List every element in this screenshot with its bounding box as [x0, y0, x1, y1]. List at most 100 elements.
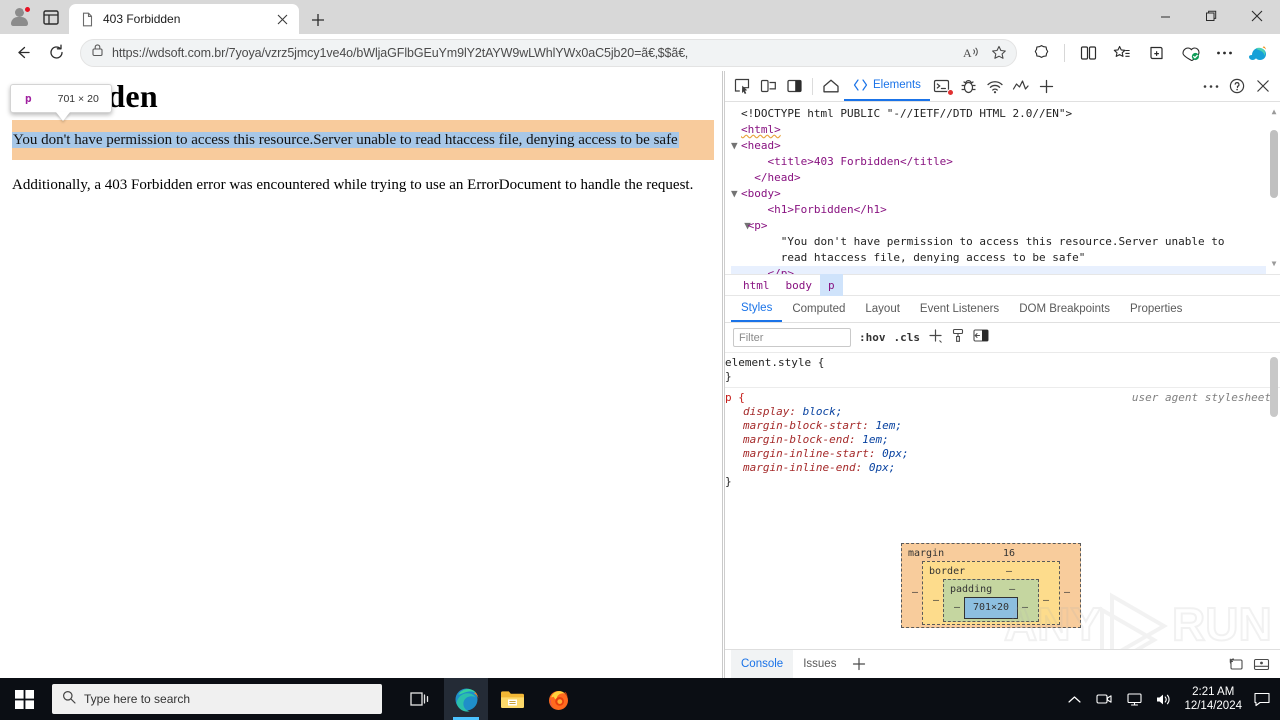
dom-tree[interactable]: <!DOCTYPE html PUBLIC "-//IETF//DTD HTML…: [725, 102, 1280, 274]
tab-layout[interactable]: Layout: [855, 296, 910, 322]
drawer-tab-issues[interactable]: Issues: [793, 650, 846, 678]
more-ellipsis-icon[interactable]: [1208, 38, 1240, 68]
box-model-margin-top[interactable]: 16: [944, 547, 1074, 561]
volume-icon[interactable]: [1154, 689, 1174, 709]
taskbar-clock[interactable]: 2:21 AM 12/14/2024: [1184, 685, 1242, 713]
star-icon[interactable]: [986, 40, 1012, 66]
dom-line-h1[interactable]: <h1>Forbidden</h1>: [731, 202, 1266, 218]
css-declaration[interactable]: margin-block-start: 1em;: [725, 419, 1272, 433]
box-model-padding-left[interactable]: –: [950, 601, 964, 615]
scroll-up-arrow[interactable]: ▲: [1270, 108, 1278, 116]
box-model-margin-left[interactable]: –: [908, 586, 922, 600]
dom-line-p-open[interactable]: ▼ <p>: [731, 218, 1266, 234]
css-rule-p[interactable]: p { user agent stylesheet display: block…: [725, 387, 1280, 492]
browser-tab[interactable]: 403 Forbidden: [69, 4, 299, 34]
breadcrumb-item-p[interactable]: p: [820, 274, 843, 296]
new-tab-button[interactable]: [303, 6, 333, 34]
css-declaration[interactable]: display: block;: [725, 405, 1272, 419]
favorites-list-icon[interactable]: [1106, 38, 1138, 68]
box-model-padding[interactable]: padding – – 701×20 –: [943, 579, 1039, 622]
box-model-border-left[interactable]: –: [929, 594, 943, 608]
scroll-down-arrow[interactable]: ▼: [1270, 260, 1278, 268]
css-rule-origin[interactable]: user agent stylesheet: [1132, 391, 1271, 405]
device-toolbar-icon[interactable]: [755, 73, 781, 99]
computed-sidebar-icon[interactable]: [973, 328, 989, 347]
hov-toggle[interactable]: :hov: [859, 331, 886, 344]
devtools-close-icon[interactable]: [1250, 73, 1276, 99]
breadcrumb-item-body[interactable]: body: [778, 274, 821, 296]
task-view-icon[interactable]: [398, 678, 442, 720]
plus-icon[interactable]: [928, 328, 943, 348]
copilot-icon[interactable]: [1242, 38, 1274, 68]
box-model-padding-right[interactable]: –: [1018, 601, 1032, 615]
dock-side-icon[interactable]: [781, 73, 807, 99]
dom-line-html[interactable]: <html>: [731, 122, 1266, 138]
read-aloud-icon[interactable]: A: [958, 40, 984, 66]
notifications-icon[interactable]: [1252, 689, 1272, 709]
wifi-icon[interactable]: [982, 73, 1008, 99]
drawer-tab-console[interactable]: Console: [731, 650, 794, 678]
bug-icon[interactable]: [956, 73, 982, 99]
inspect-element-icon[interactable]: [729, 73, 755, 99]
box-model-padding-top[interactable]: –: [992, 583, 1032, 597]
refresh-icon[interactable]: [40, 38, 72, 68]
close-button[interactable]: [1234, 0, 1280, 32]
breadcrumb-item-html[interactable]: html: [735, 274, 778, 296]
dom-line-body[interactable]: ▼ <body>: [731, 186, 1266, 202]
back-arrow-icon[interactable]: [6, 38, 38, 68]
network-icon[interactable]: [1124, 689, 1144, 709]
css-rule-element-style[interactable]: element.style { }: [725, 353, 1280, 387]
tab-event-listeners[interactable]: Event Listeners: [910, 296, 1009, 322]
performance-icon[interactable]: [1174, 38, 1206, 68]
css-declaration[interactable]: margin-block-end: 1em;: [725, 433, 1272, 447]
cls-toggle[interactable]: .cls: [894, 331, 921, 344]
tab-computed[interactable]: Computed: [782, 296, 855, 322]
taskbar-app-firefox[interactable]: [536, 678, 580, 720]
tab-dom-breakpoints[interactable]: DOM Breakpoints: [1009, 296, 1120, 322]
show-hidden-icons-icon[interactable]: [1064, 689, 1084, 709]
avatar[interactable]: [6, 4, 34, 30]
styles-pane-scrollbar[interactable]: [1270, 357, 1278, 645]
plus-icon[interactable]: [846, 651, 872, 677]
help-icon[interactable]: [1224, 73, 1250, 99]
box-model-margin-right[interactable]: –: [1060, 586, 1074, 600]
address-bar[interactable]: https://wdsoft.com.br/7yoya/vzrz5jmcy1ve…: [80, 38, 1017, 67]
tab-elements[interactable]: Elements: [844, 72, 930, 101]
collections-icon[interactable]: [1140, 38, 1172, 68]
dom-tree-scrollbar[interactable]: ▲ ▼: [1270, 108, 1278, 268]
tab-properties[interactable]: Properties: [1120, 296, 1192, 322]
camera-icon[interactable]: [1094, 689, 1114, 709]
tab-styles[interactable]: Styles: [731, 296, 783, 322]
dock-drawer-icon[interactable]: [1248, 651, 1274, 677]
browser-essentials-icon[interactable]: [1025, 38, 1057, 68]
box-model-content[interactable]: 701×20: [964, 597, 1018, 619]
css-declaration[interactable]: margin-inline-start: 0px;: [725, 447, 1272, 461]
page-viewport[interactable]: Forbidden You don't have permission to a…: [0, 71, 723, 678]
style-pane-icon[interactable]: [951, 328, 965, 348]
box-model-border[interactable]: border – – padding – – 701×20 – –: [922, 561, 1060, 625]
box-model-border-top[interactable]: –: [965, 565, 1053, 579]
maximize-button[interactable]: [1188, 0, 1234, 32]
taskbar-app-file-explorer[interactable]: [490, 678, 534, 720]
box-model-border-right[interactable]: –: [1039, 594, 1053, 608]
tab-actions-icon[interactable]: [38, 4, 64, 30]
console-settings-icon[interactable]: [1222, 651, 1248, 677]
console-terminal-icon[interactable]: [930, 73, 956, 99]
windows-start-icon[interactable]: [0, 678, 48, 720]
home-icon[interactable]: [818, 73, 844, 99]
split-screen-icon[interactable]: [1072, 38, 1104, 68]
styles-filter-input[interactable]: Filter: [733, 328, 851, 347]
box-model-diagram[interactable]: margin 16 – border – – padding – – 701×2…: [901, 543, 1081, 628]
dom-line-head[interactable]: ▼ <head>: [731, 138, 1266, 154]
devtools-more-ellipsis-icon[interactable]: [1198, 73, 1224, 99]
css-declaration[interactable]: margin-inline-end: 0px;: [725, 461, 1272, 475]
performance-insights-icon[interactable]: [1008, 73, 1034, 99]
add-tab-icon[interactable]: [1034, 73, 1060, 99]
box-model-margin[interactable]: margin 16 – border – – padding – – 701×2…: [901, 543, 1081, 628]
dom-line-title[interactable]: <title>403 Forbidden</title>: [731, 154, 1266, 170]
search-input[interactable]: Type here to search: [52, 684, 382, 714]
scrollbar-thumb[interactable]: [1270, 357, 1278, 417]
close-icon[interactable]: [271, 8, 293, 30]
minimize-button[interactable]: [1142, 0, 1188, 32]
styles-pane[interactable]: element.style { } p { user agent stylesh…: [725, 353, 1280, 649]
